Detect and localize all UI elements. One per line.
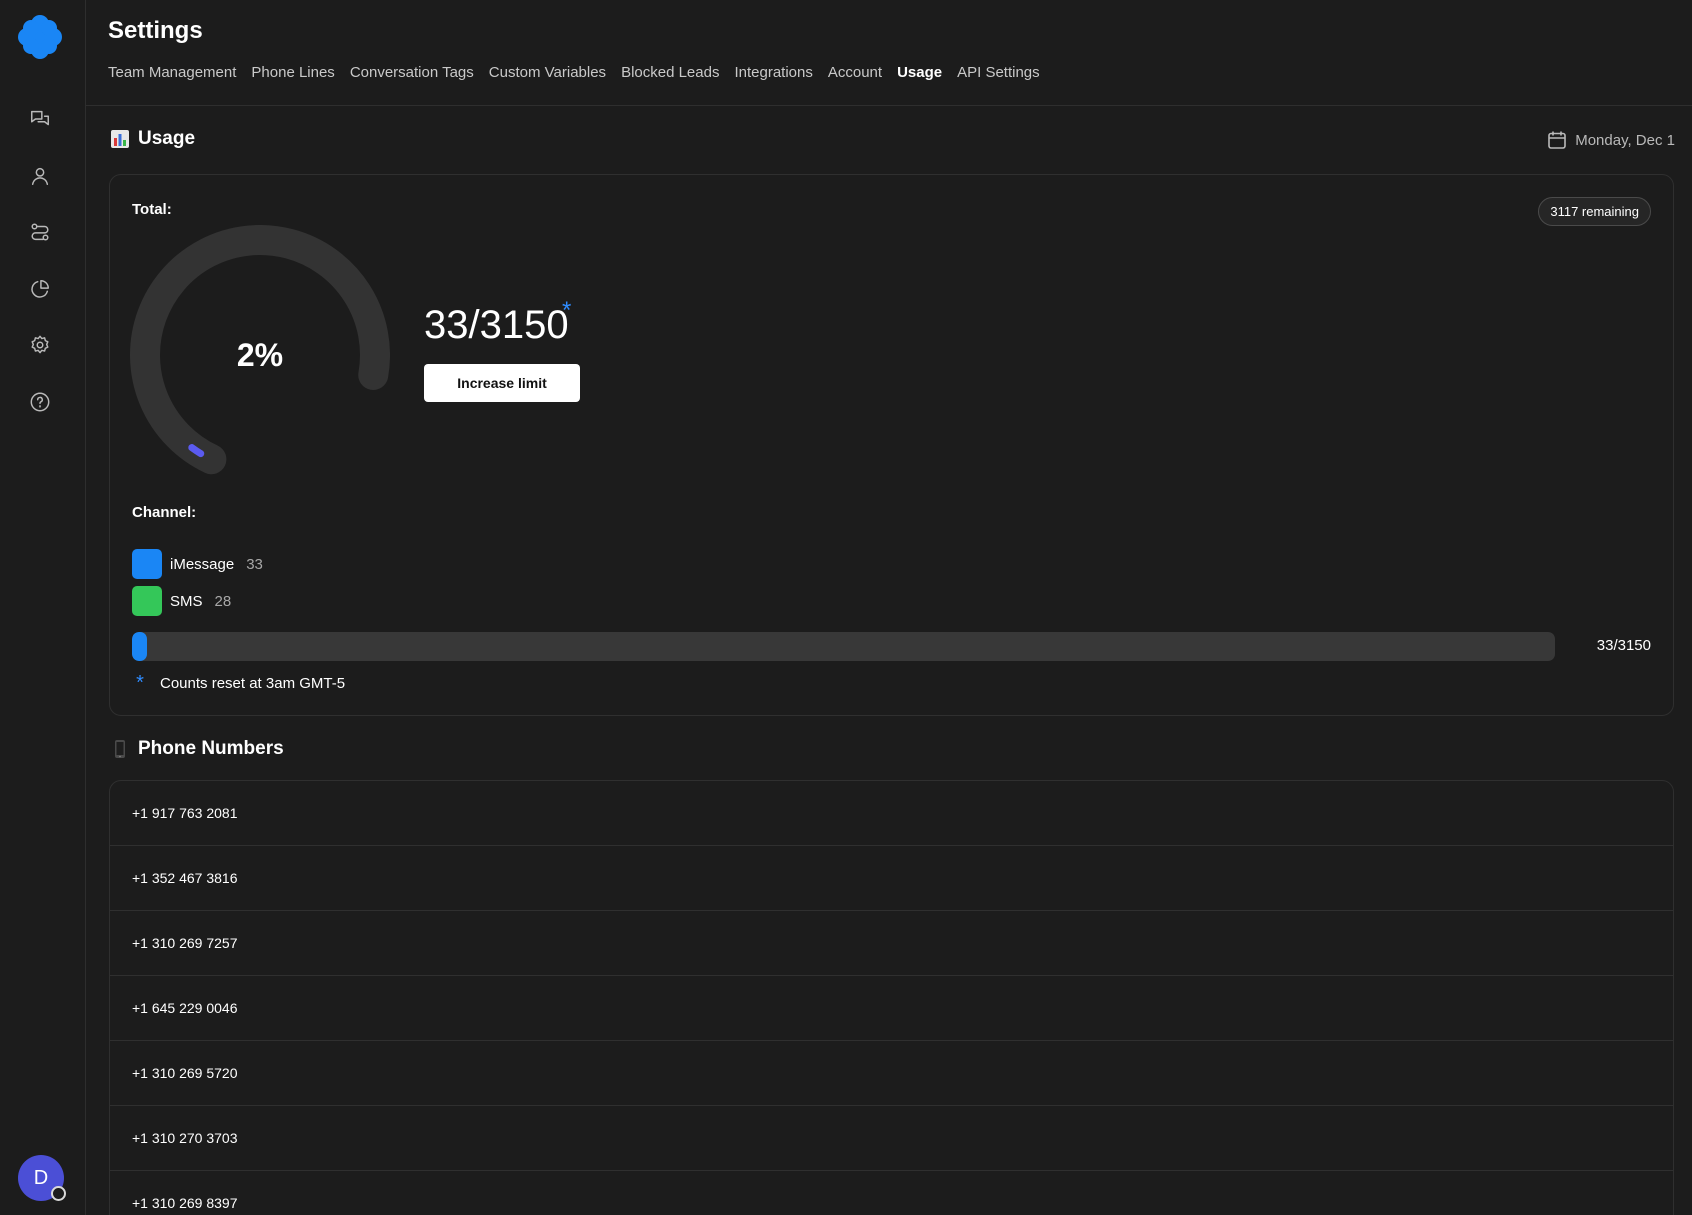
nav-settings[interactable] bbox=[26, 331, 54, 359]
nav-analytics[interactable] bbox=[26, 275, 54, 303]
channel-name: iMessage bbox=[170, 555, 235, 573]
asterisk-marker: * bbox=[562, 297, 572, 324]
channel-imessage: iMessage 33 bbox=[132, 549, 263, 579]
phone-number-row[interactable]: +1 310 269 5720 bbox=[110, 1041, 1673, 1106]
chat-bubbles-icon bbox=[31, 110, 49, 126]
app: D Settings Team Management Phone Lines C… bbox=[0, 0, 1692, 1215]
phone-number-row[interactable]: +1 310 270 3703 bbox=[110, 1106, 1673, 1171]
tab-blocked-leads[interactable]: Blocked Leads bbox=[621, 64, 719, 81]
usage-card: Total: 3117 remaining 2% 33/3150 * Incre… bbox=[109, 174, 1674, 716]
phone-number-row[interactable]: +1 645 229 0046 bbox=[110, 976, 1673, 1041]
tab-account[interactable]: Account bbox=[828, 64, 882, 81]
usage-count: 33/3150 bbox=[424, 303, 569, 347]
calendar-icon bbox=[1548, 131, 1567, 149]
remaining-badge: 3117 remaining bbox=[1538, 197, 1651, 226]
tab-custom-variables[interactable]: Custom Variables bbox=[489, 64, 606, 81]
reset-note-text: Counts reset at 3am GMT-5 bbox=[160, 675, 346, 692]
phone-numbers-heading: Phone Numbers bbox=[110, 738, 284, 760]
date-display[interactable]: Monday, Dec 1 bbox=[1547, 130, 1675, 150]
tab-conversation-tags[interactable]: Conversation Tags bbox=[350, 64, 474, 81]
status-indicator bbox=[51, 1186, 66, 1201]
nav-help[interactable] bbox=[26, 388, 54, 416]
phone-number-row[interactable]: +1 352 467 3816 bbox=[110, 846, 1673, 911]
phone-numbers-list: +1 917 763 2081 +1 352 467 3816 +1 310 2… bbox=[109, 780, 1674, 1215]
tab-phone-lines[interactable]: Phone Lines bbox=[251, 64, 334, 81]
increase-limit-button[interactable]: Increase limit bbox=[424, 364, 580, 402]
asterisk-icon: * bbox=[136, 672, 144, 694]
person-icon bbox=[31, 167, 49, 185]
sms-swatch bbox=[132, 586, 162, 616]
nav-conversations[interactable] bbox=[26, 105, 54, 133]
usage-heading-text: Usage bbox=[138, 128, 196, 149]
bar-chart-icon bbox=[111, 130, 129, 148]
phone-number-row[interactable]: +1 310 269 8397 bbox=[110, 1171, 1673, 1215]
sidebar: D bbox=[0, 0, 86, 1215]
tab-integrations[interactable]: Integrations bbox=[734, 64, 812, 81]
usage-progress-bar bbox=[132, 632, 1555, 661]
usage-progress-fill bbox=[132, 632, 147, 661]
imessage-swatch bbox=[132, 549, 162, 579]
settings-tabs: Team Management Phone Lines Conversation… bbox=[108, 64, 1040, 81]
gear-icon bbox=[31, 335, 49, 354]
page-title: Settings bbox=[108, 17, 203, 44]
mobile-phone-icon bbox=[115, 740, 125, 758]
phone-number-row[interactable]: +1 310 269 7257 bbox=[110, 911, 1673, 976]
nav-contacts[interactable] bbox=[26, 162, 54, 190]
nav-workflows[interactable] bbox=[26, 218, 54, 246]
reset-note: * Counts reset at 3am GMT-5 bbox=[132, 672, 345, 695]
pie-chart-icon bbox=[31, 280, 49, 298]
date-text: Monday, Dec 1 bbox=[1575, 131, 1675, 149]
channel-count: 28 bbox=[214, 592, 232, 610]
tab-api-settings[interactable]: API Settings bbox=[957, 64, 1040, 81]
total-label: Total: bbox=[132, 201, 172, 218]
help-circle-icon bbox=[30, 392, 50, 412]
settings-header: Settings Team Management Phone Lines Con… bbox=[86, 0, 1692, 106]
route-icon bbox=[31, 223, 49, 241]
gauge-percent: 2% bbox=[236, 336, 284, 373]
avatar-initial: D bbox=[33, 1166, 49, 1189]
channel-count: 33 bbox=[246, 555, 263, 573]
channel-label: Channel: bbox=[132, 504, 197, 521]
tab-usage[interactable]: Usage bbox=[897, 64, 942, 81]
usage-heading: Usage bbox=[110, 128, 195, 150]
phone-number-row[interactable]: +1 917 763 2081 bbox=[110, 781, 1673, 846]
phone-numbers-heading-text: Phone Numbers bbox=[138, 738, 284, 759]
channel-sms: SMS 28 bbox=[132, 586, 231, 616]
channel-name: SMS bbox=[170, 592, 203, 610]
progress-count: 33/3150 bbox=[1596, 637, 1651, 654]
user-avatar[interactable]: D bbox=[18, 1155, 66, 1201]
tab-team-management[interactable]: Team Management bbox=[108, 64, 236, 81]
flower-logo[interactable] bbox=[17, 14, 63, 60]
